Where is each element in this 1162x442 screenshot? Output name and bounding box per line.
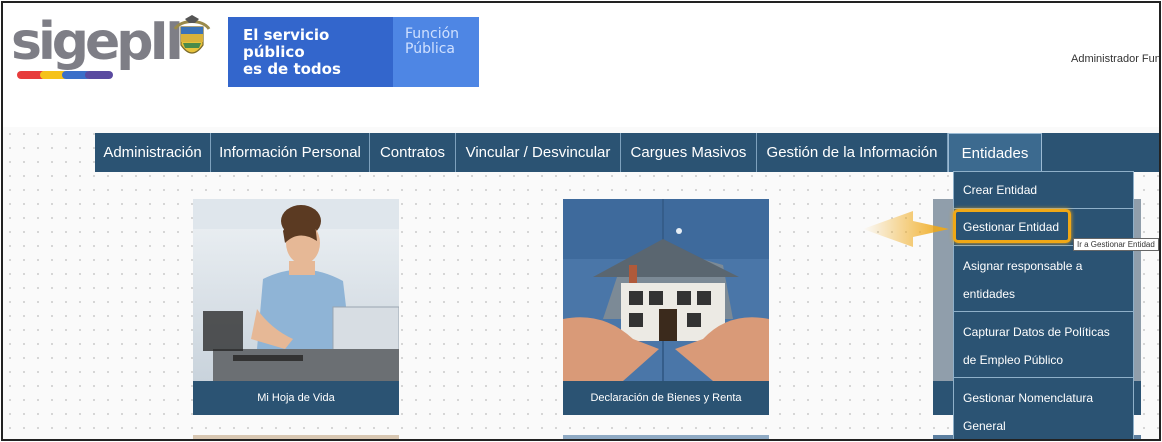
menu-item-gestionar-nomenclatura[interactable]: Gestionar Nomenclatura General — [954, 378, 1133, 439]
gov-banner[interactable]: El servicio público es de todos Función … — [228, 17, 479, 87]
woman-laptop-image — [193, 199, 399, 381]
nav-item-informacion-personal[interactable]: Información Personal — [211, 133, 370, 172]
highlight-box — [953, 209, 1071, 243]
gov-slogan: El servicio público es de todos — [228, 17, 393, 87]
gov-slogan-line1: El servicio público — [243, 26, 330, 61]
menu-item-asignar-responsable[interactable]: Asignar responsable a entidades — [954, 246, 1133, 312]
logo-stripes — [17, 71, 113, 79]
card-label: Mi Hoja de Vida — [193, 381, 399, 415]
nav-item-administracion[interactable]: Administración — [95, 133, 211, 172]
main-nav: Administración Información Personal Cont… — [95, 133, 1159, 172]
logo-wordmark: sigepII — [11, 12, 184, 72]
menu-item-capturar-datos-politicas[interactable]: Capturar Datos de Políticas de Empleo Pú… — [954, 312, 1133, 378]
card-hoja-de-vida[interactable]: Mi Hoja de Vida — [193, 199, 399, 415]
house-in-hands-image — [563, 199, 769, 381]
site-header: sigepII El servicio público es de todos … — [3, 3, 1159, 127]
card-declaracion-bienes[interactable]: Declaración de Bienes y Renta — [563, 199, 769, 415]
callout-arrow-icon — [863, 211, 949, 247]
nav-item-cargues-masivos[interactable]: Cargues Masivos — [621, 133, 757, 172]
tooltip: Ir a Gestionar Entidad — [1073, 238, 1159, 251]
gov-entity: Función Pública — [393, 17, 479, 87]
user-menu[interactable]: Administrador Func — [1071, 53, 1159, 65]
sigep-logo[interactable]: sigepII — [11, 11, 184, 83]
card-label: Declaración de Bienes y Renta — [563, 381, 769, 415]
app-window: sigepII El servicio público es de todos … — [1, 1, 1161, 441]
nav-item-contratos[interactable]: Contratos — [370, 133, 456, 172]
nav-item-entidades[interactable]: Entidades — [948, 133, 1042, 172]
menu-item-crear-entidad[interactable]: Crear Entidad — [954, 172, 1133, 209]
nav-item-vincular-desvincular[interactable]: Vincular / Desvincular — [456, 133, 621, 172]
gov-slogan-line2: es de todos — [243, 60, 341, 78]
gov-entity-line2: Pública — [405, 41, 456, 57]
card-bottom-2[interactable] — [563, 435, 769, 439]
card-bottom-1[interactable] — [193, 435, 399, 439]
colombia-crest-icon — [173, 15, 211, 54]
gov-entity-line1: Función — [405, 26, 460, 42]
nav-item-gestion-informacion[interactable]: Gestión de la Información — [757, 133, 948, 172]
